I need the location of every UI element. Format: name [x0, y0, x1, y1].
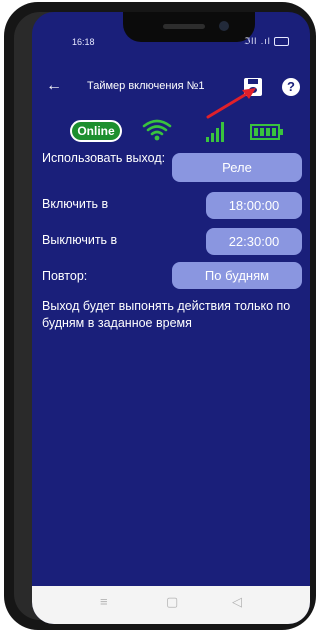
wifi-icon: [142, 119, 172, 141]
signal-status-icon: ℑll .ıl: [244, 36, 271, 46]
speaker-grille: [163, 24, 205, 29]
output-select-button[interactable]: Реле: [172, 153, 302, 182]
signal-strength-icon: [206, 122, 224, 142]
app-header: ← Таймер включения №1 ?: [32, 74, 310, 102]
battery-status-icon: [273, 37, 289, 47]
menu-icon[interactable]: ≡: [100, 594, 108, 609]
on-time-button[interactable]: 18:00:00: [206, 192, 302, 219]
repeat-select-button[interactable]: По будням: [172, 262, 302, 289]
system-nav-bar: ≡ ▢ ◁: [32, 586, 310, 624]
front-camera: [219, 21, 229, 31]
page-title: Таймер включения №1: [87, 80, 205, 92]
repeat-description: Выход будет выпонять действия только по …: [42, 299, 291, 330]
off-time-label: Выключить в: [42, 233, 118, 247]
save-icon-slot: [248, 79, 258, 84]
status-indicators: Online: [32, 116, 310, 146]
on-time-label: Включить в: [42, 197, 109, 211]
off-time-button[interactable]: 22:30:00: [206, 228, 302, 255]
online-badge: Online: [70, 120, 122, 142]
status-time: 16:18: [72, 37, 95, 47]
camera-notch: [123, 12, 255, 42]
repeat-label: Повтор:: [42, 269, 88, 283]
app-screen: 16:18 ℑll .ıl ← Таймер включения №1 ? On…: [32, 12, 310, 624]
annotation-arrow: [206, 88, 256, 119]
help-icon[interactable]: ?: [282, 78, 300, 96]
back-triangle-icon[interactable]: ◁: [232, 594, 242, 610]
arrow-left-icon[interactable]: ←: [46, 76, 62, 96]
home-icon[interactable]: ▢: [166, 594, 178, 610]
battery-level-icon: [250, 124, 283, 140]
status-icons: ℑll .ıl: [244, 36, 289, 47]
output-label: Использовать выход:: [42, 151, 166, 165]
